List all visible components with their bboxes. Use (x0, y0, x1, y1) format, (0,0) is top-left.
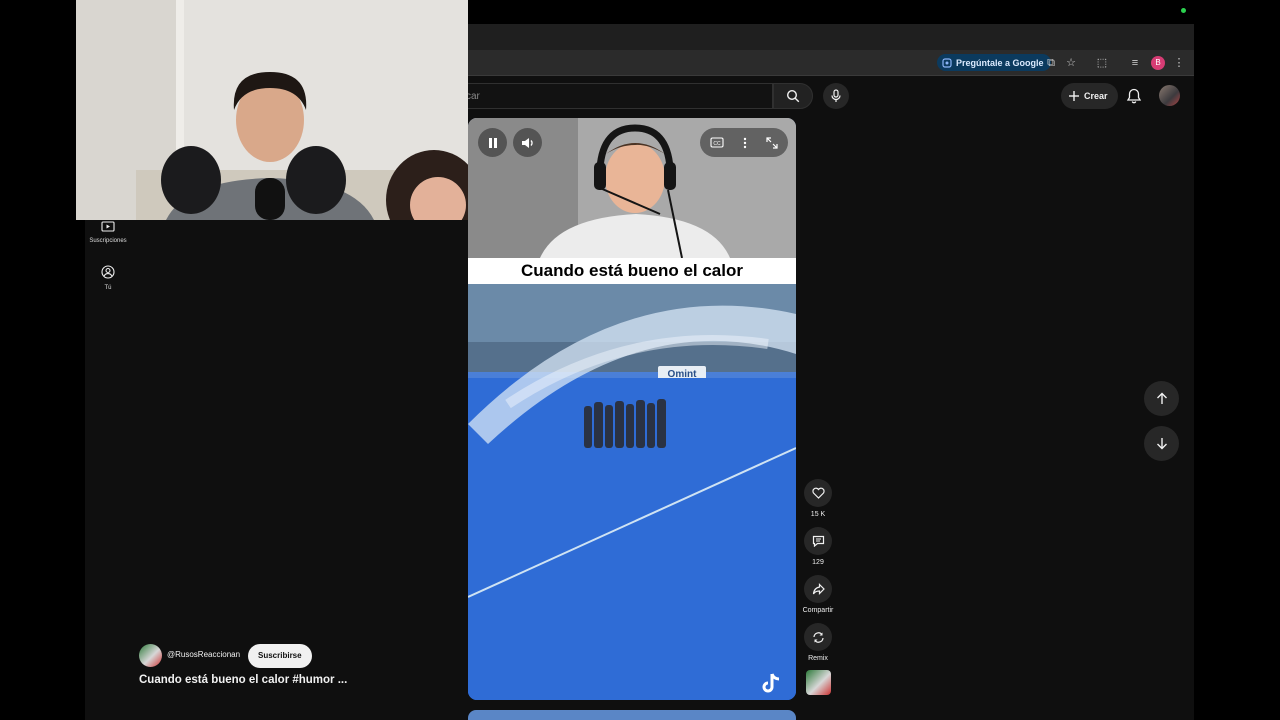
share-label: Compartir (802, 607, 834, 614)
pause-button[interactable] (478, 128, 507, 157)
extensions-icon[interactable]: ⬚ (1095, 56, 1109, 70)
cast-icon[interactable]: ⧉ (1044, 56, 1058, 70)
volume-button[interactable] (513, 128, 542, 157)
remix-label: Remix (808, 655, 828, 662)
video-caption: Cuando está bueno el calor (468, 258, 796, 284)
camera-indicator-dot (1181, 8, 1186, 13)
star-icon[interactable]: ☆ (1064, 56, 1078, 70)
streamer-webcam-illustration (76, 0, 468, 220)
sound-thumbnail[interactable] (806, 670, 831, 695)
sidebar-item-subscriptions[interactable]: Suscripciones (85, 220, 131, 244)
channel-avatar[interactable] (139, 644, 162, 667)
share-button[interactable]: Compartir (796, 575, 840, 614)
like-button[interactable]: 15 K (800, 479, 836, 518)
short-title[interactable]: Cuando está bueno el calor #humor ... (139, 674, 347, 686)
previous-short-button[interactable] (1144, 381, 1179, 416)
sidebar-item-you[interactable]: Tú (85, 265, 131, 291)
remix-icon (812, 631, 824, 643)
browser-profile-avatar[interactable]: B (1151, 56, 1165, 70)
player-controls-group: CC (700, 128, 788, 157)
comment-icon (812, 535, 824, 547)
svg-text:CC: CC (713, 141, 721, 147)
sidebar-item-label: Tú (104, 285, 112, 291)
you-icon (101, 265, 115, 279)
sidebar-item-label: Suscripciones (89, 238, 127, 244)
share-icon (812, 583, 825, 595)
comment-count: 129 (812, 559, 824, 566)
create-button[interactable]: Crear (1061, 83, 1118, 109)
more-options-icon[interactable] (743, 137, 747, 149)
field-scene: Omint (468, 284, 796, 700)
ask-google-button[interactable]: Pregúntale a Google (937, 54, 1051, 71)
field-sprinkler-illustration: Omint (468, 284, 796, 700)
next-short-preview[interactable] (468, 710, 796, 720)
search-button[interactable] (773, 83, 813, 109)
arrow-down-icon (1156, 438, 1167, 450)
menu-kebab-icon[interactable]: ⋮ (1172, 56, 1186, 70)
plus-icon (1069, 91, 1079, 101)
media-controls-icon[interactable]: ≡ (1128, 56, 1142, 70)
account-avatar[interactable] (1159, 85, 1180, 106)
channel-handle[interactable]: @RusosReaccionan (167, 650, 240, 659)
fullscreen-icon[interactable] (766, 136, 778, 149)
lens-icon (942, 57, 952, 68)
voice-search-button[interactable] (823, 83, 849, 109)
comments-button[interactable]: 129 (800, 527, 836, 566)
remix-button[interactable]: Remix (800, 623, 836, 662)
captions-icon[interactable]: CC (710, 137, 724, 148)
like-count: 15 K (810, 511, 826, 518)
short-video-player[interactable]: CC Cuando está bueno el calor Omint (468, 118, 796, 700)
pause-icon (488, 137, 497, 148)
notifications-bell-icon[interactable] (1125, 87, 1143, 105)
subscribe-button[interactable]: Suscribirse (248, 644, 312, 668)
next-short-button[interactable] (1144, 426, 1179, 461)
arrow-up-icon (1156, 392, 1167, 404)
subscriptions-icon (101, 221, 115, 232)
microphone-icon (831, 89, 841, 102)
screen: Pregúntale a Google ⧉ ☆ ⬚ ≡ B ⋮ car Crea… (0, 0, 1280, 720)
webcam-overlay (76, 0, 468, 220)
ask-google-label: Pregúntale a Google (956, 57, 1044, 68)
search-icon (786, 89, 800, 103)
create-label: Crear (1084, 91, 1108, 101)
volume-icon (521, 137, 533, 148)
heart-icon (811, 487, 825, 499)
